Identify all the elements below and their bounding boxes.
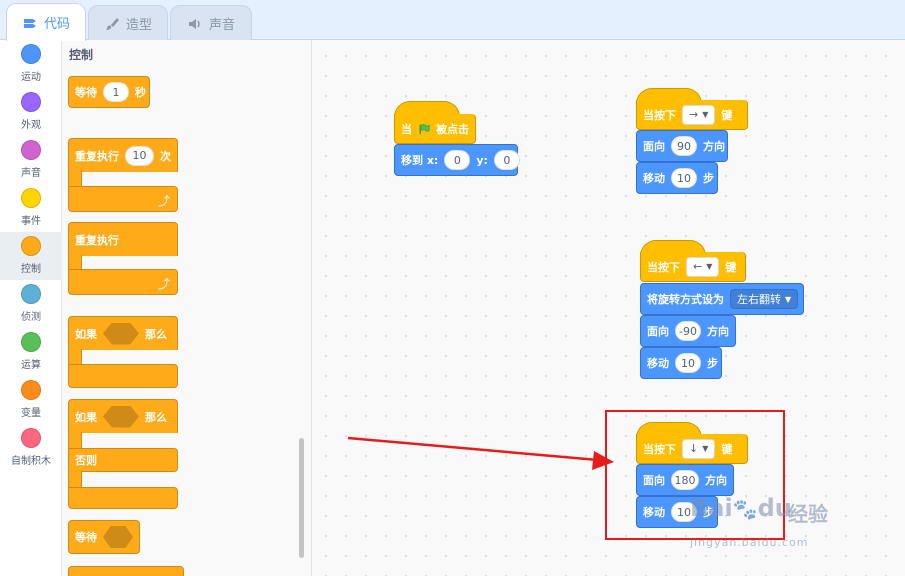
- tab-costumes[interactable]: 造型: [88, 5, 168, 41]
- block-point-in-direction[interactable]: 面向 90 方向: [636, 130, 728, 162]
- repeat-count-input[interactable]: 10: [125, 145, 154, 166]
- rotation-style-dropdown[interactable]: 左右翻转 ▼: [730, 289, 799, 309]
- block-repeat-until-partial[interactable]: [68, 566, 184, 576]
- block-when-key-pressed[interactable]: 当按下 → ▼ 键: [636, 100, 748, 130]
- block-when-key-pressed[interactable]: 当按下 ← ▼ 键: [640, 252, 746, 282]
- speaker-icon: [188, 18, 200, 29]
- category-operators[interactable]: 运算: [0, 328, 62, 376]
- watermark-text: 经验: [788, 502, 828, 526]
- if-arm: [68, 349, 82, 365]
- category-sensing[interactable]: 侦测: [0, 280, 62, 328]
- steps-input[interactable]: 10: [671, 168, 697, 188]
- block-go-to-xy[interactable]: 移到 x: 0 y: 0: [394, 144, 520, 176]
- repeat-header: 重复执行 10 次: [68, 138, 178, 172]
- direction-input[interactable]: -90: [675, 321, 701, 341]
- repeat-arm: [68, 171, 82, 187]
- block-wait-seconds[interactable]: 等待 1 秒: [68, 76, 150, 108]
- y-input[interactable]: 0: [493, 150, 520, 170]
- condition-slot[interactable]: [103, 322, 139, 345]
- steps-input[interactable]: 10: [675, 353, 701, 373]
- category-variables-icon: [21, 380, 41, 400]
- caret-down-icon: ▼: [706, 262, 713, 271]
- block-move-steps[interactable]: 移动 10 步: [636, 162, 718, 194]
- block-set-rotation-style[interactable]: 将旋转方式设为 左右翻转 ▼: [640, 283, 804, 315]
- key-dropdown[interactable]: ← ▼: [686, 256, 720, 277]
- palette-scrollbar[interactable]: [299, 438, 304, 558]
- wait-seconds-input[interactable]: 1: [103, 82, 129, 102]
- category-motion-icon: [21, 44, 41, 64]
- caret-down-icon: ▼: [785, 294, 792, 304]
- tab-label: 声音: [208, 18, 235, 33]
- category-control-icon: [21, 236, 41, 256]
- loop-arrow-icon: ⤴: [158, 194, 171, 208]
- condition-slot[interactable]: [103, 405, 139, 428]
- category-my-blocks[interactable]: 自制积木: [0, 424, 62, 472]
- tab-code[interactable]: 代码: [6, 3, 86, 41]
- tab-label: 造型: [125, 18, 152, 33]
- forever-arm: [68, 255, 82, 270]
- tab-label: 代码: [43, 17, 70, 32]
- watermark-logo: Bai🐾du: [690, 494, 792, 522]
- block-when-flag-clicked[interactable]: 当 被点击: [394, 114, 476, 144]
- green-flag-icon: [419, 123, 430, 134]
- forever-header: 重复执行: [68, 222, 178, 256]
- brush-icon: [105, 17, 119, 30]
- category-menu: 运动 外观 声音 事件 控制 侦测 运算 变量 自制积木: [0, 40, 62, 576]
- block-point-in-direction[interactable]: 面向 -90 方向: [640, 315, 736, 347]
- editor-tabs: 代码 造型 声音: [0, 0, 905, 41]
- category-looks-icon: [21, 92, 41, 112]
- category-looks[interactable]: 外观: [0, 88, 62, 136]
- tab-sounds[interactable]: 声音: [170, 5, 252, 41]
- paw-icon: 🐾: [732, 497, 758, 521]
- x-input[interactable]: 0: [444, 150, 471, 170]
- if-else-header: 如果 那么: [68, 399, 178, 433]
- if-else-arm: [68, 432, 82, 449]
- category-sound[interactable]: 声音: [0, 136, 62, 184]
- block-wait-until[interactable]: 等待: [68, 520, 140, 554]
- block-move-steps[interactable]: 移动 10 步: [640, 347, 722, 379]
- watermark-url: jingyan.baidu.com: [690, 536, 809, 549]
- loop-arrow-icon: ⤴: [158, 277, 171, 291]
- category-my-blocks-icon: [21, 428, 41, 448]
- category-motion[interactable]: 运动: [0, 40, 62, 88]
- category-variables[interactable]: 变量: [0, 376, 62, 424]
- category-sensing-icon: [21, 284, 41, 304]
- code-icon: [23, 18, 36, 28]
- category-operators-icon: [21, 332, 41, 352]
- category-sound-icon: [21, 140, 41, 160]
- else-section: 否则: [68, 448, 178, 472]
- key-dropdown[interactable]: → ▼: [682, 104, 716, 125]
- category-events[interactable]: 事件: [0, 184, 62, 232]
- if-else-footer: [68, 487, 178, 509]
- if-footer: [68, 364, 178, 388]
- caret-down-icon: ▼: [702, 110, 709, 119]
- palette-title: 控制: [69, 48, 94, 62]
- if-else-arm2: [68, 471, 82, 488]
- if-header: 如果 那么: [68, 316, 178, 350]
- category-control[interactable]: 控制: [0, 232, 62, 280]
- category-events-icon: [21, 188, 41, 208]
- condition-slot[interactable]: [103, 526, 133, 548]
- direction-input[interactable]: 90: [671, 136, 697, 156]
